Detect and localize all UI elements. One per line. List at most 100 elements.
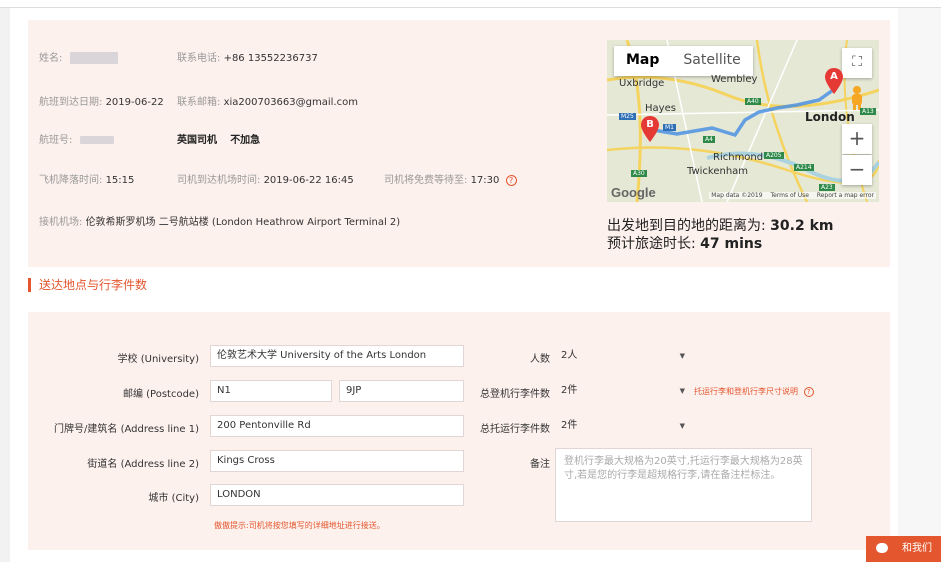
route-map[interactable]: Map Satellite ⛶ + − Uxbridge Wembley Hay… [607, 40, 879, 202]
chevron-down-icon: ▼ [679, 387, 685, 395]
consigned-luggage-value: 2件 [561, 420, 578, 431]
postcode-input-1[interactable]: N1 [210, 380, 332, 402]
wait-row: 司机将免费等待至: 17:30 ? [384, 171, 517, 186]
chevron-down-icon: ▼ [679, 352, 685, 360]
people-label: 人数 [530, 354, 550, 365]
road-shield-a205: A205 [764, 152, 784, 159]
map-label-london: London [805, 110, 855, 124]
chevron-down-icon: ▼ [679, 422, 685, 430]
distance-value: 30.2 km [770, 218, 834, 234]
airport-value: 伦敦希斯罗机场 二号航站楼 (London Heathrow Airport T… [85, 217, 401, 228]
luggage-size-link-text: 托运行李和登机行李尺寸说明 [694, 387, 798, 396]
note-textarea[interactable]: 登机行李最大规格为20英寸,托运行李最大规格为28英寸,若是您的行李是超规格行李… [555, 448, 812, 522]
road-shield-a13: A13 [860, 108, 876, 115]
road-shield-a40: A40 [745, 98, 761, 105]
school-label: 学校 (University) [117, 354, 199, 365]
road-shield-a23: A23 [819, 184, 835, 191]
marker-a-icon[interactable]: A [825, 68, 843, 94]
map-label-uxbridge: Uxbridge [619, 78, 665, 89]
email-row: 联系邮箱: xia200703663@gmail.com [177, 93, 358, 108]
checked-luggage-value: 2件 [561, 385, 578, 396]
zoom-in-button[interactable]: + [842, 124, 872, 154]
tab-satellite[interactable]: Satellite [671, 46, 752, 76]
phone-label: 联系电话: [177, 53, 221, 64]
road-shield-a4: A4 [703, 136, 715, 143]
help-question-icon[interactable]: ? [803, 386, 814, 397]
phone-value: +86 13552236737 [223, 53, 318, 64]
map-label-wembley: Wembley [711, 74, 758, 85]
arrival-date-row: 航班到达日期: 2019-06-22 [39, 93, 164, 108]
road-shield-m1: M1 [663, 124, 676, 131]
address1-input[interactable]: 200 Pentonville Rd [210, 415, 464, 437]
people-select[interactable]: 2人 ▼ [555, 345, 689, 367]
address-tip: 傲傲提示:司机将按您填写的详细地址进行接送。 [214, 521, 385, 530]
duration-summary: 预计旅途时长: 47 mins [607, 233, 762, 253]
luggage-size-link[interactable]: 托运行李和登机行李尺寸说明 ? [694, 386, 814, 397]
name-label: 姓名: [39, 53, 63, 64]
map-label-twickenham: Twickenham [687, 166, 749, 177]
arrival-date-label: 航班到达日期: [39, 97, 103, 108]
wait-label: 司机将免费等待至: [384, 175, 468, 186]
map-type-tabs: Map Satellite [614, 46, 753, 76]
help-question-icon[interactable]: ? [505, 174, 517, 186]
checked-luggage-label: 总登机行李件数 [480, 389, 550, 400]
arrival-date-value: 2019-06-22 [105, 97, 164, 108]
note-label: 备注 [530, 459, 550, 470]
phone-row: 联系电话: +86 13552236737 [177, 49, 318, 64]
flight-row: 航班号: [39, 131, 114, 146]
road-shield-a30: A30 [631, 170, 647, 177]
marker-a-label: A [830, 71, 838, 82]
city-label: 城市 (City) [148, 493, 199, 504]
flight-label: 航班号: [39, 135, 73, 146]
distance-label: 出发地到目的地的距离为: [607, 218, 766, 234]
chat-bubble-icon [876, 543, 888, 553]
driver-arrive-row: 司机到达机场时间: 2019-06-22 16:45 [177, 171, 354, 186]
report-error-link[interactable]: Report a map error [817, 192, 874, 199]
tab-map[interactable]: Map [614, 46, 671, 76]
main-page: 姓名: 联系电话: +86 13552236737 航班到达日期: 2019-0… [10, 8, 898, 562]
wait-value: 17:30 [470, 175, 500, 186]
delivery-form-card: 学校 (University) 伦敦艺术大学 University of the… [28, 312, 890, 550]
checked-luggage-select[interactable]: 2件 ▼ [555, 380, 689, 402]
road-shield-a214: A214 [794, 164, 814, 171]
landing-value: 15:15 [105, 175, 135, 186]
fullscreen-icon[interactable]: ⛶ [842, 48, 872, 78]
consigned-luggage-select[interactable]: 2件 ▼ [555, 415, 689, 437]
map-label-hayes: Hayes [645, 103, 676, 114]
name-value-redacted [69, 52, 118, 64]
road-shield-m25: M25 [619, 113, 636, 120]
google-logo[interactable]: Google [611, 185, 656, 200]
school-input[interactable]: 伦敦艺术大学 University of the Arts London [210, 345, 464, 367]
terms-link[interactable]: Terms of Use [770, 192, 808, 199]
address2-label: 街道名 (Address line 2) [87, 459, 199, 470]
people-select-value: 2人 [561, 350, 578, 361]
right-margin [898, 8, 941, 562]
duration-label: 预计旅途时长: [607, 236, 696, 252]
map-data-text: Map data ©2019 [711, 192, 763, 199]
map-label-richmond: Richmond [713, 152, 764, 163]
city-input[interactable]: LONDON [210, 484, 464, 506]
top-border [0, 0, 941, 8]
order-info-card: 姓名: 联系电话: +86 13552236737 航班到达日期: 2019-0… [28, 20, 890, 267]
postcode-label: 邮编 (Postcode) [122, 389, 199, 400]
marker-b-icon[interactable]: B [641, 116, 659, 142]
airport-row: 接机机场: 伦敦希斯罗机场 二号航站楼 (London Heathrow Air… [39, 213, 400, 228]
chat-button[interactable]: 和我们 [866, 536, 941, 562]
driver-type: 英国司机 [177, 135, 217, 146]
landing-label: 飞机降落时间: [39, 175, 103, 186]
duration-value: 47 mins [700, 236, 763, 252]
flight-value-redacted [79, 136, 114, 144]
email-label: 联系邮箱: [177, 97, 221, 108]
urgent-status: 不加急 [230, 135, 261, 146]
row-name-phone: 姓名: [39, 49, 118, 64]
postcode-input-2[interactable]: 9JP [339, 380, 464, 402]
distance-summary: 出发地到目的地的距离为: 30.2 km [607, 215, 834, 235]
driver-arrive-label: 司机到达机场时间: [177, 175, 261, 186]
address2-input[interactable]: Kings Cross [210, 450, 464, 472]
email-value: xia200703663@gmail.com [223, 97, 358, 108]
zoom-out-button[interactable]: − [842, 155, 872, 185]
section-title: 送达地点与行李件数 [28, 278, 147, 292]
consigned-luggage-label: 总托运行李件数 [480, 424, 550, 435]
driver-type-row: 英国司机 不加急 [177, 131, 260, 146]
driver-arrive-value: 2019-06-22 16:45 [263, 175, 354, 186]
